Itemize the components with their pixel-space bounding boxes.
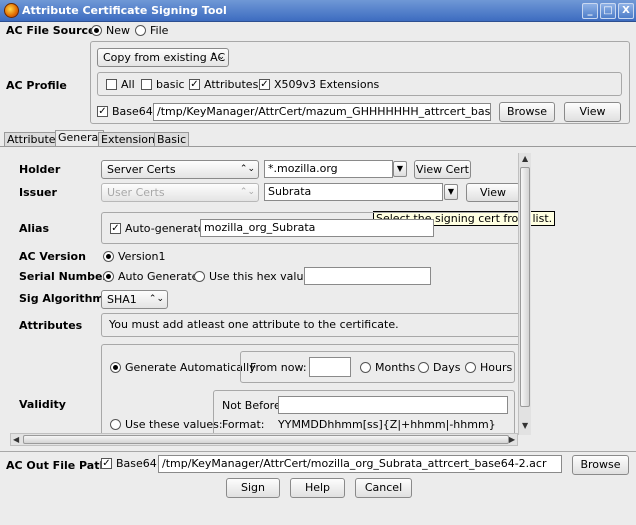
app-icon [4,3,19,18]
version1-label: Version1 [118,250,166,263]
holder-value-field[interactable]: *.mozilla.org [264,160,393,178]
alias-autogen-checkbox[interactable]: ✓ [110,223,121,234]
issuer-label: Issuer [19,186,57,199]
maximize-button[interactable]: □ [600,3,616,19]
vertical-scrollbar[interactable]: ▲ ▼ [518,153,531,435]
scroll-left-icon[interactable]: ◀ [13,435,19,444]
close-button[interactable]: X [618,3,634,19]
issuer-view-cert-button[interactable]: View Cert [466,183,520,202]
use-these-label: Use these values: [125,418,223,431]
chk-x509[interactable]: ✓ [259,79,270,90]
holder-view-cert-button[interactable]: View Cert [414,160,471,179]
out-browse-button[interactable]: Browse [572,455,629,475]
combo-arrows-icon: ⌃⌄ [209,52,225,62]
days-label: Days [433,361,461,374]
not-before-label: Not Before [222,399,281,412]
source-new-radio[interactable] [91,25,102,36]
issuer-dropdown-icon[interactable]: ▼ [444,184,458,200]
alias-autogen-label: Auto-generate [125,222,205,235]
horizontal-scroll-thumb[interactable] [23,435,509,444]
minimize-button[interactable]: _ [582,3,598,19]
profile-path-field[interactable]: /tmp/KeyManager/AttrCert/mazum_GHHHHHHH_… [153,103,491,121]
out-path-field[interactable]: /tmp/KeyManager/AttrCert/mozilla_org_Sub… [158,455,562,473]
use-these-radio[interactable] [110,419,121,430]
source-file-radio[interactable] [135,25,146,36]
combo-arrows-icon: ⌃⌄ [239,187,255,197]
source-new-label: New [106,24,130,37]
scroll-up-icon[interactable]: ▲ [522,154,528,163]
scroll-down-icon[interactable]: ▼ [522,421,528,430]
from-now-label: From now: [250,361,307,374]
window-title: Attribute Certificate Signing Tool [22,4,227,17]
title-bar[interactable]: Attribute Certificate Signing Tool _ □ X [0,0,636,22]
serial-number-label: Serial Number [19,270,108,283]
help-button[interactable]: Help [290,478,345,498]
alias-field[interactable]: mozilla_org_Subrata [200,219,434,237]
from-now-field[interactable] [309,357,351,377]
combo-arrows-icon: ⌃⌄ [239,164,255,174]
serial-hex-radio[interactable] [194,271,205,282]
serial-auto-label: Auto Generate [118,270,199,283]
version1-radio[interactable] [103,251,114,262]
tab-basic[interactable]: Basic [154,132,190,147]
scroll-right-icon[interactable]: ▶ [509,435,515,444]
chk-all-label: All [121,78,135,91]
serial-hex-label: Use this hex value: [209,270,314,283]
attributes-message: You must add atleast one attribute to th… [109,318,399,331]
horizontal-scrollbar[interactable]: ◀ ▶ [10,433,518,446]
tab-divider [0,146,636,147]
chk-attributes-label: Attributes [204,78,259,91]
out-base64-checkbox[interactable]: ✓ [101,458,112,469]
tab-general[interactable]: General [55,130,105,147]
vertical-scroll-thumb[interactable] [520,167,530,407]
ac-out-path-label: AC Out File Path [6,459,108,472]
sig-algorithm-value: SHA1 [107,293,137,306]
cancel-button[interactable]: Cancel [355,478,412,498]
holder-type-combo[interactable]: Server Certs ⌃⌄ [101,160,259,179]
profile-base64-checkbox[interactable]: ✓ [97,106,108,117]
hours-label: Hours [480,361,513,374]
profile-browse-button[interactable]: Browse [499,102,555,122]
profile-base64-label: Base64 [112,105,153,118]
profile-combo-value: Copy from existing AC [103,51,226,64]
holder-dropdown-icon[interactable]: ▼ [393,161,407,177]
sign-button[interactable]: Sign [226,478,280,498]
sig-algorithm-label: Sig Algorithm [19,292,104,305]
chk-basic[interactable] [141,79,152,90]
gen-auto-label: Generate Automatically [125,361,256,374]
profile-view-button[interactable]: View [564,102,621,122]
validity-label: Validity [19,398,66,411]
ac-version-label: AC Version [19,250,86,263]
holder-label: Holder [19,163,61,176]
months-label: Months [375,361,416,374]
sig-algorithm-combo[interactable]: SHA1 ⌃⌄ [101,290,168,309]
chk-attributes[interactable]: ✓ [189,79,200,90]
format-label: Format: [222,418,265,431]
ac-profile-label: AC Profile [6,79,67,92]
hours-radio[interactable] [465,362,476,373]
issuer-value-field[interactable]: Subrata [264,183,443,201]
months-radio[interactable] [360,362,371,373]
chk-basic-label: basic [156,78,185,91]
chk-all[interactable] [106,79,117,90]
serial-auto-radio[interactable] [103,271,114,282]
holder-type-value: Server Certs [107,163,176,176]
days-radio[interactable] [418,362,429,373]
ac-file-source-label: AC File Source [6,24,96,37]
gen-auto-radio[interactable] [110,362,121,373]
attributes-label: Attributes [19,319,83,332]
out-base64-label: Base64 [116,457,157,470]
alias-label: Alias [19,222,50,235]
profile-combo[interactable]: Copy from existing AC ⌃⌄ [97,48,229,67]
format-value: YYMMDDhhmm[ss]{Z|+hhmm|-hhmm} [278,418,496,431]
separator [0,451,636,452]
combo-arrows-icon: ⌃⌄ [148,294,164,304]
not-before-field[interactable] [278,396,508,414]
issuer-type-value: User Certs [107,186,165,199]
source-file-label: File [150,24,169,37]
issuer-type-combo[interactable]: User Certs ⌃⌄ [101,183,259,202]
chk-x509-label: X509v3 Extensions [274,78,380,91]
serial-hex-field[interactable] [304,267,431,285]
